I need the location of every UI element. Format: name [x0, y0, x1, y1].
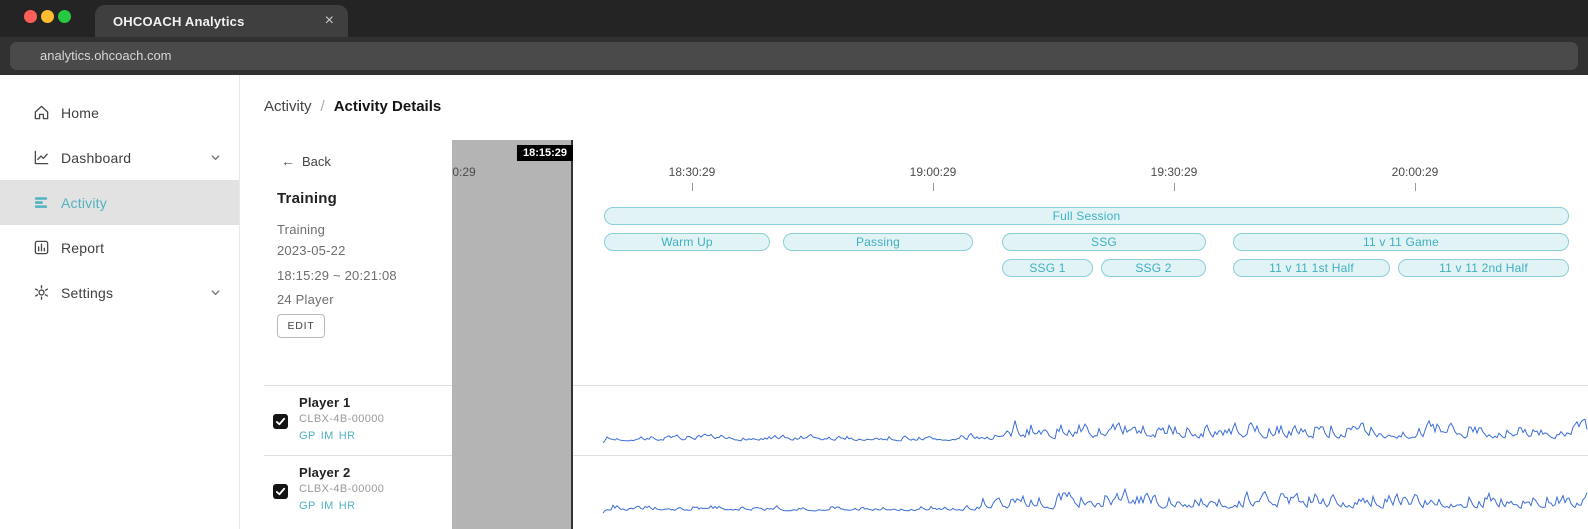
session-bar-ssg[interactable]: SSG [1002, 233, 1206, 251]
browser-tab-strip: OHCOACH Analytics × [0, 0, 1588, 37]
time-axis-label: 18:30:29 [668, 165, 716, 179]
time-axis-label: 19:30:29 [1150, 165, 1198, 179]
sidebar-item-settings[interactable]: Settings [0, 270, 239, 315]
session-bar-11-v-11-1st-half[interactable]: 11 v 11 1st Half [1233, 259, 1390, 277]
player-checkbox[interactable] [273, 414, 288, 429]
time-axis-label: 19:00:29 [909, 165, 957, 179]
activity-detail-panel: ← Back Training Training 2023-05-22 18:1… [264, 140, 452, 384]
metric-link-gp[interactable]: GP [299, 430, 316, 442]
player-checkbox[interactable] [273, 484, 288, 499]
session-bar-ssg-1[interactable]: SSG 1 [1002, 259, 1093, 277]
minimize-window-button[interactable] [41, 10, 54, 23]
browser-url-bar: analytics.ohcoach.com [0, 37, 1588, 75]
back-arrow-icon: ← [281, 153, 295, 169]
edit-button[interactable]: EDIT [277, 314, 325, 338]
time-axis-label: 20:00:29 [1391, 165, 1439, 179]
app-window: OHCOACH Analytics × analytics.ohcoach.co… [0, 0, 1588, 529]
time-axis-tick [933, 183, 934, 191]
activity-type: Training [277, 222, 326, 237]
report-icon [32, 239, 50, 257]
activity-player-count: 24 Player [277, 292, 334, 307]
close-window-button[interactable] [24, 10, 37, 23]
hr-waveform-chart [602, 418, 1588, 444]
activity-time-range: 18:15:29 ~ 20:21:08 [277, 268, 397, 283]
time-axis-tick [1174, 183, 1175, 191]
chevron-down-icon [210, 152, 221, 163]
sidebar-item-report[interactable]: Report [0, 225, 239, 270]
sidebar-item-label: Dashboard [61, 149, 132, 166]
metric-link-hr[interactable]: HR [339, 500, 356, 512]
time-axis-tick [1415, 183, 1416, 191]
tab-close-icon[interactable]: × [325, 13, 334, 29]
player-info: Player 2 CLBX-4B-00000 GP IM HR [264, 456, 452, 529]
time-axis-label: 0:29 [452, 165, 476, 179]
sidebar-item-label: Report [61, 239, 105, 256]
sidebar-item-label: Activity [61, 194, 107, 211]
player-device-id: CLBX-4B-00000 [299, 413, 385, 425]
session-bar-passing[interactable]: Passing [783, 233, 973, 251]
session-bar-11-v-11-2nd-half[interactable]: 11 v 11 2nd Half [1398, 259, 1569, 277]
activity-date: 2023-05-22 [277, 243, 346, 258]
metric-link-hr[interactable]: HR [339, 430, 356, 442]
zoom-window-button[interactable] [58, 10, 71, 23]
sidebar-item-dashboard[interactable]: Dashboard [0, 135, 239, 180]
session-start-badge: 18:15:29 [516, 145, 573, 161]
breadcrumb-parent[interactable]: Activity [264, 98, 312, 115]
chevron-down-icon [210, 287, 221, 298]
sidebar: Home Dashboard Activity Report Settings [0, 75, 240, 529]
hr-waveform-chart [602, 487, 1588, 514]
breadcrumb-separator: / [320, 98, 325, 115]
metric-link-gp[interactable]: GP [299, 500, 316, 512]
settings-icon [32, 284, 50, 302]
player-device-id: CLBX-4B-00000 [299, 483, 385, 495]
url-input[interactable]: analytics.ohcoach.com [10, 42, 1578, 70]
time-axis-tick [692, 183, 693, 191]
session-bar-full-session[interactable]: Full Session [604, 207, 1569, 225]
sidebar-item-home[interactable]: Home [0, 90, 239, 135]
session-bar-ssg-2[interactable]: SSG 2 [1101, 259, 1206, 277]
tab-title: OHCOACH Analytics [113, 13, 245, 29]
player-name: Player 1 [299, 395, 351, 410]
sidebar-item-label: Settings [61, 284, 114, 301]
back-button[interactable]: ← Back [281, 153, 331, 169]
player-info: Player 1 CLBX-4B-00000 GP IM HR [264, 386, 452, 455]
metric-link-im[interactable]: IM [321, 500, 334, 512]
breadcrumb: Activity / Activity Details [264, 98, 441, 115]
player-name: Player 2 [299, 465, 351, 480]
activity-icon [32, 194, 50, 212]
page-title: Activity Details [333, 98, 442, 115]
player-metric-links: GP IM HR [299, 500, 355, 512]
pre-session-overlay [452, 140, 573, 529]
back-label: Back [302, 153, 331, 169]
metric-link-im[interactable]: IM [321, 430, 334, 442]
session-bar-warm-up[interactable]: Warm Up [604, 233, 770, 251]
player-metric-links: GP IM HR [299, 430, 355, 442]
dashboard-icon [32, 149, 50, 167]
home-icon [32, 104, 50, 122]
session-bar-11-v-11-game[interactable]: 11 v 11 Game [1233, 233, 1569, 251]
activity-title: Training [277, 190, 337, 207]
sidebar-item-label: Home [61, 104, 100, 121]
browser-tab[interactable]: OHCOACH Analytics × [95, 5, 348, 37]
sidebar-item-activity[interactable]: Activity [0, 180, 239, 225]
traffic-lights [24, 10, 71, 23]
